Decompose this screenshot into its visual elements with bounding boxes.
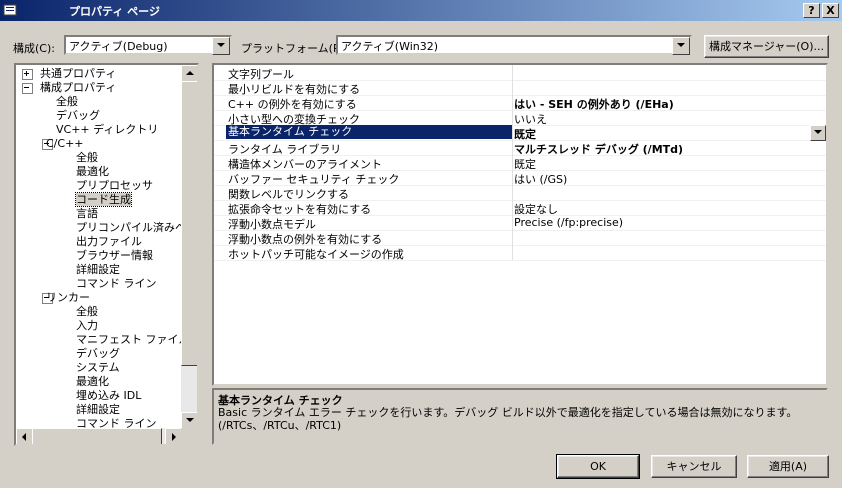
tree-horizontal-scrollbar[interactable] [16, 428, 183, 444]
config-select-value: アクティブ(Debug) [69, 40, 168, 53]
property-row[interactable]: 浮動小数点モデル Precise (/fp:precise) [214, 215, 826, 231]
cancel-button[interactable]: キャンセル [651, 455, 737, 478]
column-divider [512, 125, 513, 140]
tree-item[interactable]: 最適化 [76, 375, 109, 388]
platform-label: プラットフォーム(P): [241, 42, 348, 55]
scroll-thumb[interactable] [181, 81, 197, 366]
platform-select[interactable]: アクティブ(Win32) [336, 35, 692, 55]
tree-item[interactable]: 埋め込み IDL [76, 389, 141, 402]
platform-select-value: アクティブ(Win32) [341, 40, 439, 53]
description-text: Basic ランタイム エラー チェックを行います。デバッグ ビルド以外で最適化… [218, 406, 803, 432]
tree-item[interactable]: VC++ ディレクトリ [56, 123, 158, 136]
tree-item[interactable]: 入力 [76, 319, 98, 332]
property-grid[interactable]: 文字列プール 最小リビルドを有効にする C++ の例外を有効にする はい - SEH … [212, 63, 828, 386]
column-divider [512, 140, 513, 155]
column-divider [512, 110, 513, 125]
column-divider [512, 95, 513, 110]
tree-item[interactable]: プリプロセッサ [76, 179, 153, 192]
property-row[interactable]: 最小リビルドを有効にする [214, 80, 826, 96]
tree-item[interactable]: 全般 [56, 95, 78, 108]
property-row[interactable]: C++ の例外を有効にする はい - SEH の例外あり (/EHa) [214, 95, 826, 111]
help-button[interactable]: ? [803, 3, 820, 18]
property-row[interactable]: バッファー セキュリティ チェック はい (/GS) [214, 170, 826, 186]
chevron-down-icon[interactable] [810, 125, 826, 141]
column-divider [512, 230, 513, 245]
tree-item[interactable]: C/C++ [46, 137, 84, 150]
column-divider [512, 80, 513, 95]
property-row[interactable]: 構造体メンバーのアライメント 既定 [214, 155, 826, 171]
tree-item[interactable]: デバッグ [76, 347, 120, 360]
property-row[interactable]: ホットパッチ可能なイメージの作成 [214, 245, 826, 261]
property-name: ホットパッチ可能なイメージの作成 [228, 248, 404, 261]
tree-vertical-scrollbar[interactable] [181, 65, 197, 430]
chevron-down-icon[interactable] [672, 37, 690, 55]
property-row[interactable]: 関数レベルでリンクする [214, 185, 826, 201]
scroll-corner [181, 428, 197, 444]
tree-item[interactable]: 全般 [76, 151, 98, 164]
column-divider [512, 200, 513, 215]
tree-item[interactable]: デバッグ [56, 109, 100, 122]
property-row[interactable]: 文字列プール [214, 65, 826, 81]
config-select[interactable]: アクティブ(Debug) [64, 35, 232, 55]
tree-item[interactable]: ブラウザー情報 [76, 249, 153, 262]
window-title: プロパティ ページ [69, 5, 160, 18]
tree-item[interactable]: 最適化 [76, 165, 109, 178]
column-divider [512, 65, 513, 80]
window-icon [3, 3, 17, 17]
tree-item[interactable]: システム [76, 361, 120, 374]
expand-icon[interactable] [22, 69, 33, 80]
tree-item[interactable]: コード生成 [75, 192, 132, 207]
tree-item[interactable]: マニフェスト ファイル [76, 333, 190, 346]
column-divider [512, 170, 513, 185]
ok-button[interactable]: OK [556, 454, 640, 479]
tree-item[interactable]: 詳細設定 [76, 263, 120, 276]
chevron-down-icon[interactable] [212, 37, 230, 55]
column-divider [512, 215, 513, 230]
title-bar[interactable]: プロパティ ページ ? X [0, 0, 842, 21]
config-manager-button[interactable]: 構成マネージャー(O)... [704, 35, 829, 58]
column-divider [512, 245, 513, 260]
property-name: 基本ランタイム チェック [226, 125, 512, 139]
property-row[interactable]: 基本ランタイム チェック 既定 [214, 125, 826, 141]
collapse-icon[interactable] [22, 83, 33, 94]
apply-button[interactable]: 適用(A) [747, 455, 829, 478]
category-tree[interactable]: 共通プロパティ 構成プロパティ 全般 デバッグ VC++ ディレクトリ C/C++ 全般 最適… [14, 63, 199, 446]
tree-item[interactable]: 言語 [76, 207, 98, 220]
column-divider [512, 185, 513, 200]
config-label: 構成(C): [13, 42, 55, 55]
property-row[interactable]: ランタイム ライブラリ マルチスレッド デバッグ (/MTd) [214, 140, 826, 156]
column-divider [512, 155, 513, 170]
tree-item[interactable]: 共通プロパティ [40, 67, 116, 80]
tree-item[interactable]: 構成プロパティ [40, 81, 116, 94]
property-row[interactable]: 小さい型への変換チェック いいえ [214, 110, 826, 126]
tree-item[interactable]: 全般 [76, 305, 98, 318]
property-row[interactable]: 浮動小数点の例外を有効にする [214, 230, 826, 246]
tree-item[interactable]: コマンド ライン [76, 277, 157, 290]
tree-item[interactable]: 出力ファイル [76, 235, 142, 248]
tree-item[interactable]: リンカー [46, 291, 90, 304]
close-button[interactable]: X [822, 3, 839, 18]
property-value[interactable]: Precise (/fp:precise) [514, 216, 623, 229]
scroll-thumb-horizontal[interactable] [32, 428, 162, 444]
tree-item[interactable]: 詳細設定 [76, 403, 120, 416]
description-panel: 基本ランタイム チェック Basic ランタイム エラー チェックを行います。デ… [212, 388, 828, 445]
property-row[interactable]: 拡張命令セットを有効にする 設定なし [214, 200, 826, 216]
